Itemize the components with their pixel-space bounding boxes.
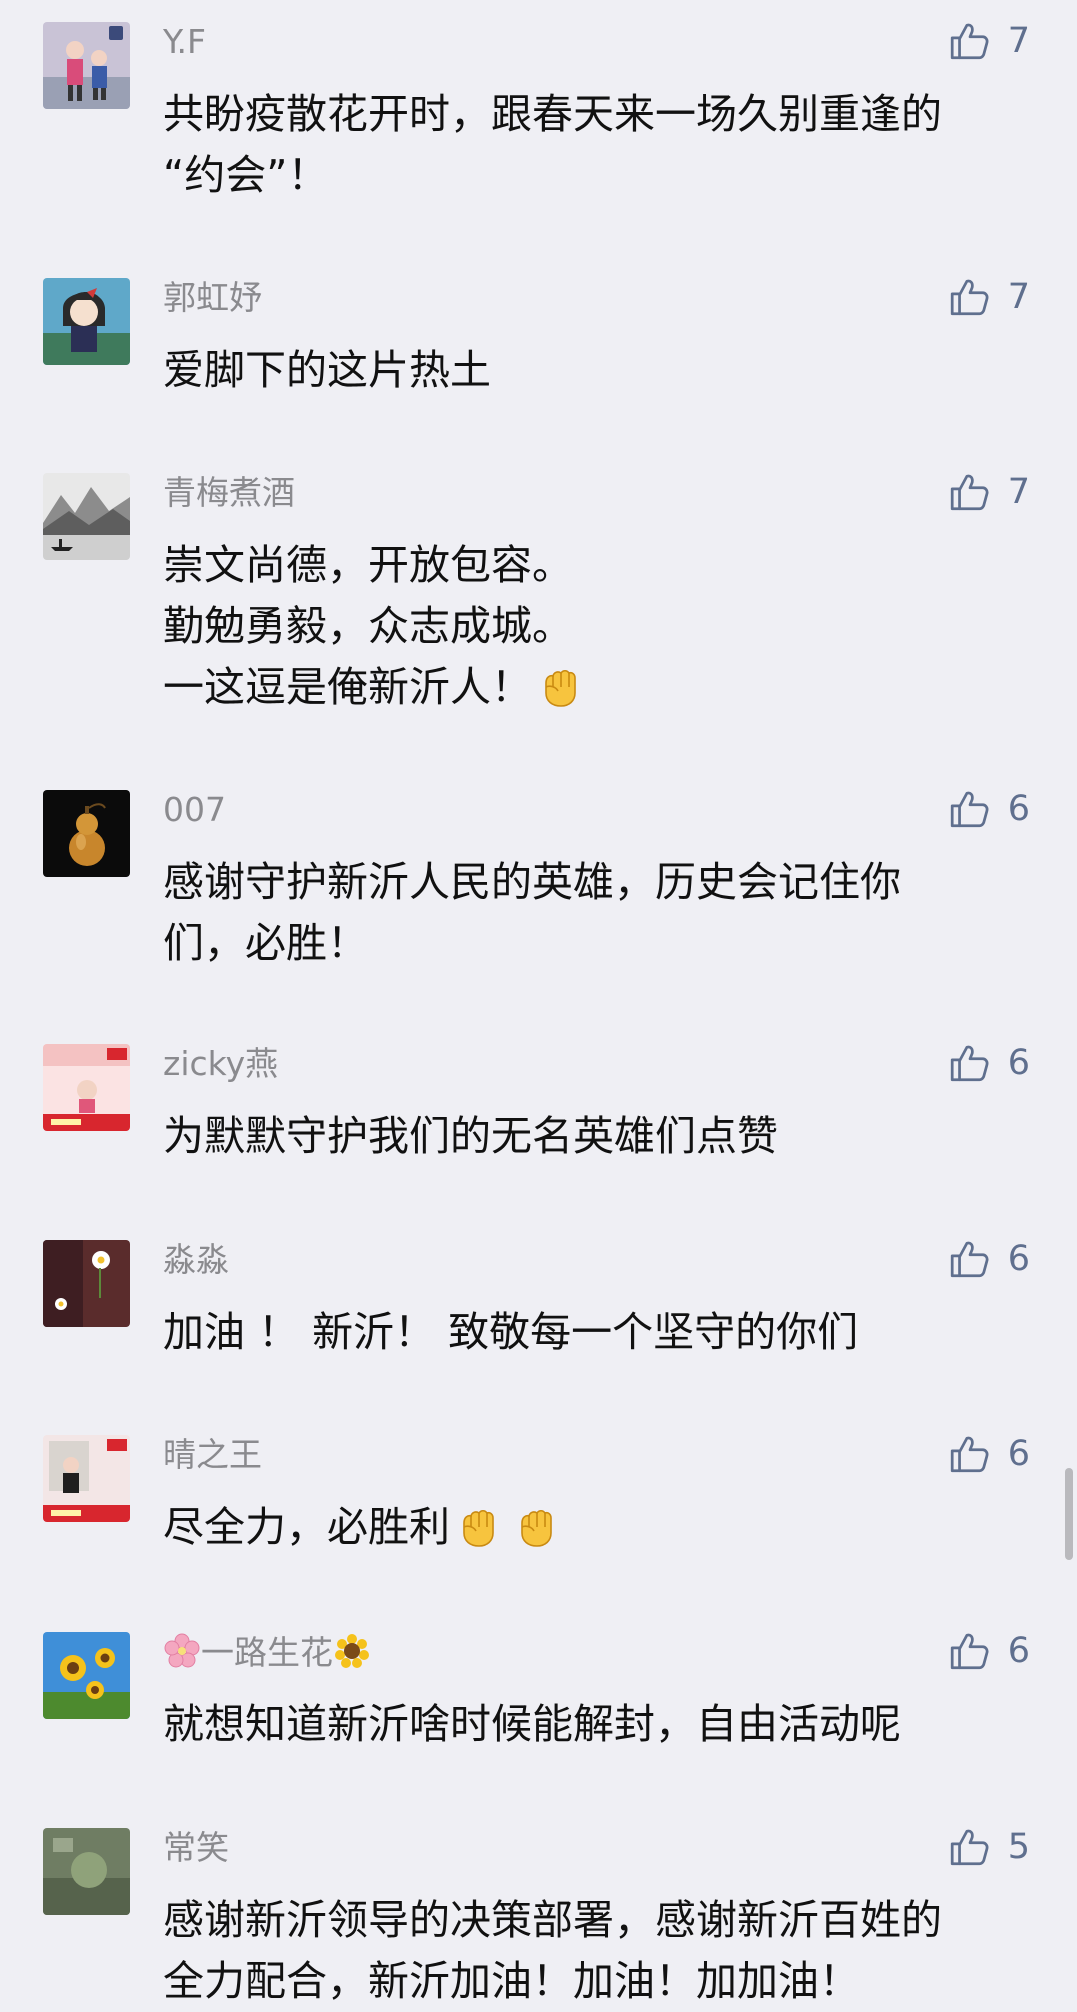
- comment-line: 加油 ！ 新沂！ 致敬每一个坚守的你们: [163, 1308, 859, 1356]
- daisy-avatar-icon[interactable]: [43, 1240, 130, 1327]
- like-count: 7: [1007, 472, 1030, 512]
- thumbs-up-icon: [950, 279, 989, 316]
- comment-line: 尽全力，必胜利: [163, 1503, 450, 1551]
- thumbs-up-icon: [950, 1633, 989, 1670]
- like-button[interactable]: 5: [948, 1824, 1030, 1870]
- comment-author[interactable]: Y.F: [163, 22, 206, 62]
- like-count: 7: [1007, 21, 1030, 61]
- thumbs-up-icon: [950, 474, 989, 511]
- like-button[interactable]: 6: [948, 1236, 1030, 1282]
- comment-line: 就想知道新沂啥时候能解封，自由活动呢: [163, 1700, 901, 1748]
- ink-landscape-avatar-icon[interactable]: [43, 473, 130, 560]
- like-button[interactable]: 6: [948, 1628, 1030, 1674]
- gourd-avatar-icon[interactable]: [43, 790, 130, 877]
- comment-text: 就想知道新沂啥时候能解封，自由活动呢: [163, 1694, 1023, 1755]
- comment-author[interactable]: 青梅煮酒: [163, 473, 295, 513]
- comment-text: 为默默守护我们的无名英雄们点赞: [163, 1106, 1023, 1167]
- like-count: 7: [1007, 277, 1030, 317]
- like-button[interactable]: 6: [948, 786, 1030, 832]
- comment-author-with-emoji[interactable]: 一路生花: [163, 1632, 371, 1673]
- thumbs-up-icon: [950, 1241, 989, 1278]
- comment-line: 全力配合，新沂加油！加油！加加油！: [163, 1957, 860, 2005]
- comment-line: “约会”！: [163, 151, 329, 199]
- comment-line: 一这逗是俺新沂人！: [163, 663, 532, 711]
- comment-line: 共盼疫散花开时，跟春天来一场久别重逢的: [163, 90, 942, 138]
- raised-fist-emoji-icon: [536, 663, 582, 709]
- like-count: 6: [1007, 1434, 1030, 1474]
- comment-line: 爱脚下的这片热土: [163, 346, 491, 394]
- comment-text: 尽全力，必胜利: [163, 1497, 1023, 1558]
- like-button[interactable]: 7: [948, 469, 1030, 515]
- green-photo-avatar-icon[interactable]: [43, 1828, 130, 1915]
- thumbs-up-icon: [950, 1045, 989, 1082]
- thumbs-up-icon: [950, 1436, 989, 1473]
- comment-author[interactable]: 常笑: [163, 1828, 229, 1868]
- like-count: 6: [1007, 1239, 1030, 1279]
- red-poster-avatar-icon[interactable]: [43, 1044, 130, 1131]
- comment-author[interactable]: 晴之王: [163, 1435, 262, 1475]
- scrollbar[interactable]: [1065, 1468, 1073, 1560]
- sunflower-emoji-icon: [333, 1632, 371, 1670]
- comment-line-with-emoji: 尽全力，必胜利: [163, 1497, 1023, 1558]
- sunflower-avatar-icon[interactable]: [43, 1632, 130, 1719]
- like-button[interactable]: 6: [948, 1040, 1030, 1086]
- thumbs-up-icon: [950, 1829, 989, 1866]
- girls-avatar-icon[interactable]: [43, 22, 130, 109]
- comment-line-with-emoji: 一这逗是俺新沂人！: [163, 657, 1023, 718]
- cherry-blossom-emoji-icon: [163, 1632, 201, 1670]
- comment-line: 感谢守护新沂人民的英雄，历史会记住你: [163, 858, 901, 906]
- comment-line: 崇文尚德，开放包容。: [163, 541, 573, 589]
- comment-line: 感谢新沂领导的决策部署，感谢新沂百姓的: [163, 1896, 942, 1944]
- like-count: 5: [1007, 1827, 1030, 1867]
- comment-author[interactable]: 007: [163, 790, 226, 830]
- comment-text: 感谢守护新沂人民的英雄，历史会记住你 们，必胜！: [163, 852, 1023, 974]
- like-button[interactable]: 7: [948, 274, 1030, 320]
- comment-line: 们，必胜！: [163, 919, 368, 967]
- comment-text: 共盼疫散花开时，跟春天来一场久别重逢的 “约会”！: [163, 84, 1023, 206]
- like-count: 6: [1007, 1043, 1030, 1083]
- red-poster-avatar-icon[interactable]: [43, 1435, 130, 1522]
- raised-fist-emoji-icon: [454, 1503, 500, 1549]
- like-button[interactable]: 6: [948, 1431, 1030, 1477]
- comment-text: 感谢新沂领导的决策部署，感谢新沂百姓的 全力配合，新沂加油！加油！加加油！: [163, 1890, 1023, 2012]
- like-count: 6: [1007, 789, 1030, 829]
- comment-text: 崇文尚德，开放包容。 勤勉勇毅，众志成城。 一这逗是俺新沂人！: [163, 535, 1023, 718]
- raised-fist-emoji-icon: [512, 1503, 558, 1549]
- comment-line: 为默默守护我们的无名英雄们点赞: [163, 1112, 778, 1160]
- comment-text: 爱脚下的这片热土: [163, 340, 1023, 401]
- comment-author[interactable]: 淼淼: [163, 1240, 229, 1280]
- thumbs-up-icon: [950, 23, 989, 60]
- comment-author[interactable]: zicky燕: [163, 1044, 278, 1084]
- comment-text: 加油 ！ 新沂！ 致敬每一个坚守的你们: [163, 1302, 1023, 1363]
- like-count: 6: [1007, 1631, 1030, 1671]
- cartoon-girl-avatar-icon[interactable]: [43, 278, 130, 365]
- like-button[interactable]: 7: [948, 18, 1030, 64]
- comment-line: 勤勉勇毅，众志成城。: [163, 602, 573, 650]
- thumbs-up-icon: [950, 791, 989, 828]
- comment-author[interactable]: 郭虹妤: [163, 278, 262, 318]
- comment-author: 一路生花: [201, 1633, 333, 1672]
